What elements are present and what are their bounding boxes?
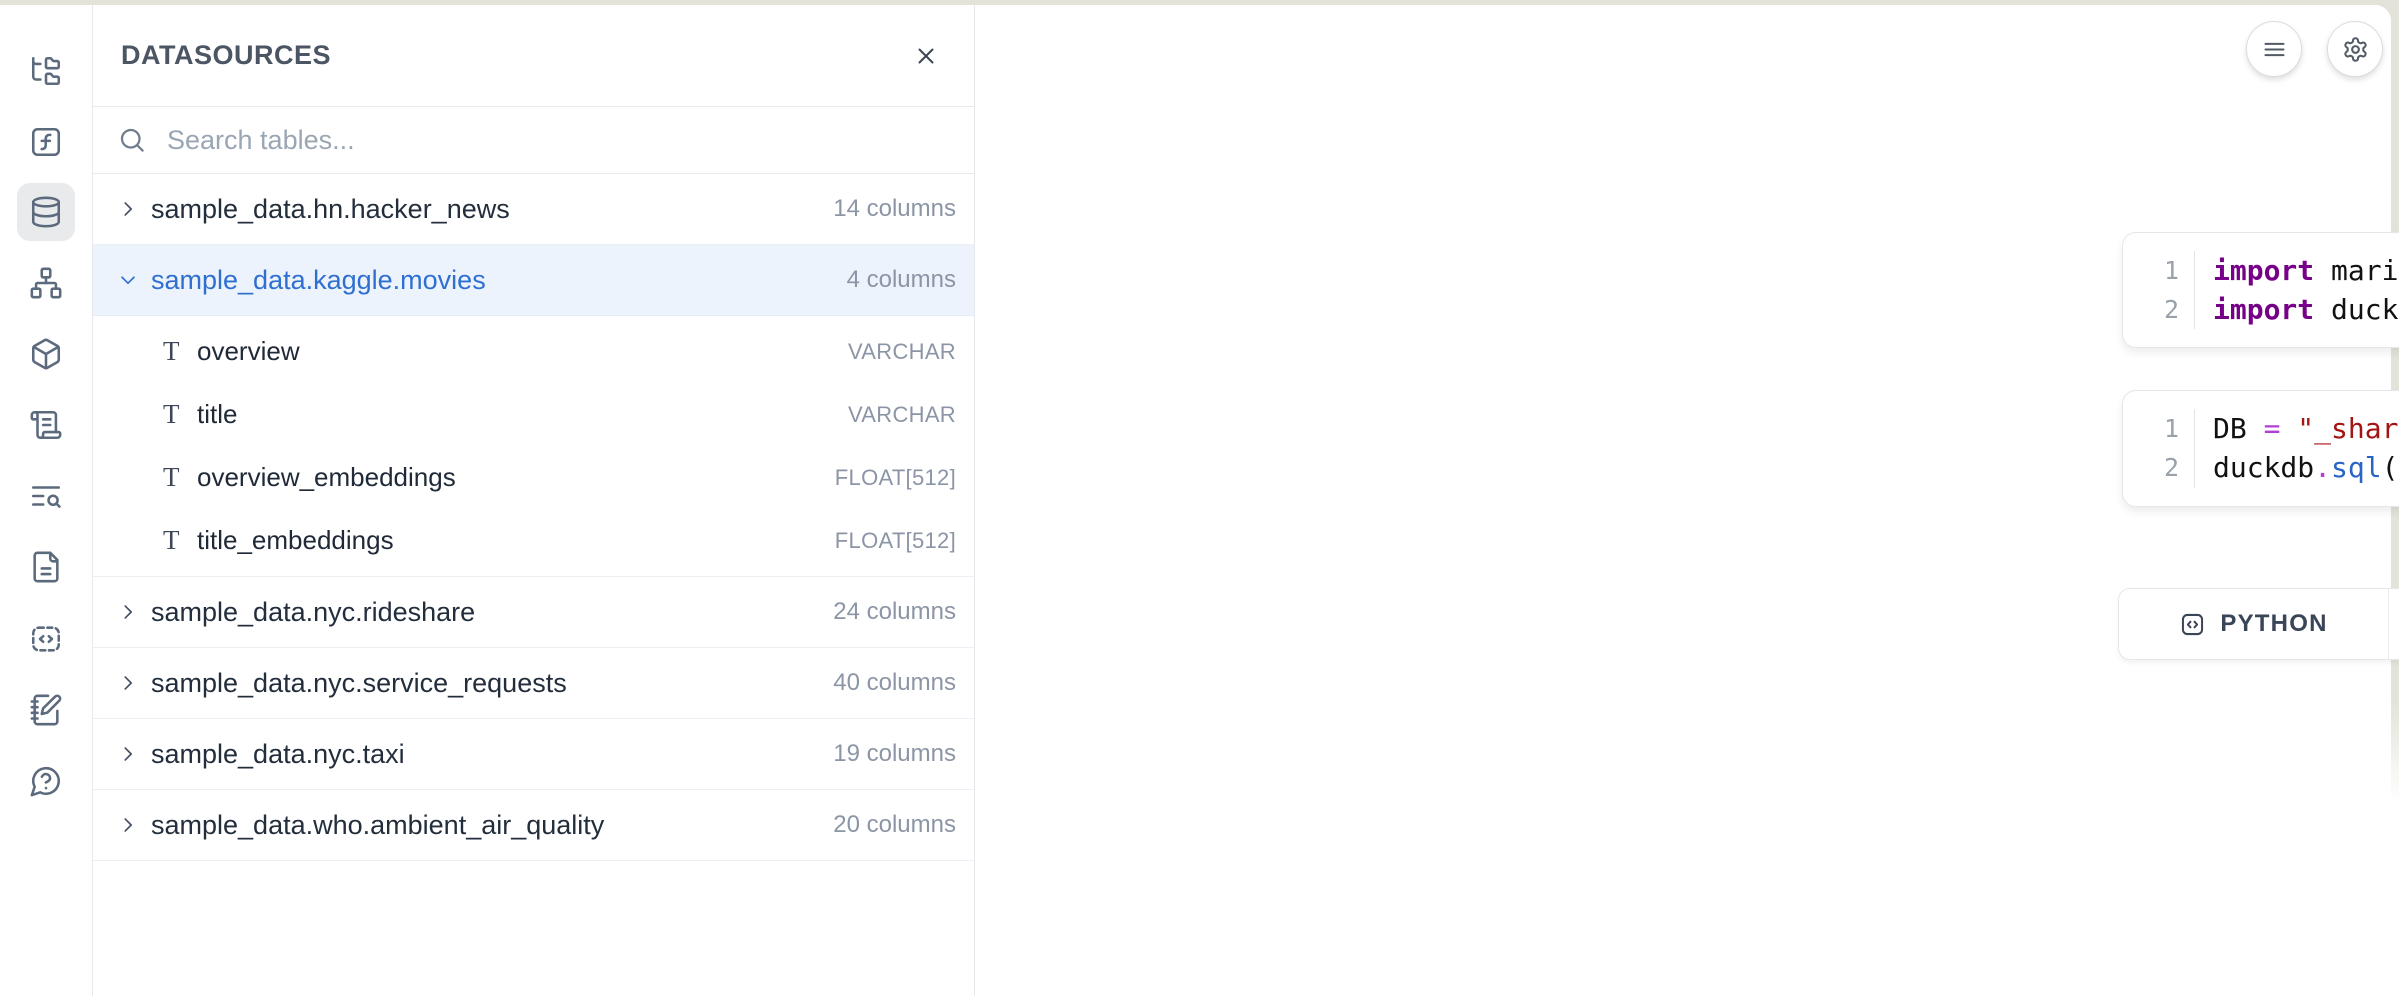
document-icon	[29, 550, 63, 584]
notebook-filename: ./motherduck.py	[2122, 130, 2399, 161]
settings-button[interactable]	[2327, 21, 2383, 77]
package-icon	[29, 337, 63, 371]
rail-button-list-search[interactable]	[17, 467, 75, 525]
rail-button-snippets[interactable]	[17, 610, 75, 668]
table-name: sample_data.nyc.service_requests	[151, 668, 833, 699]
code-line: import marimo as mo	[2213, 251, 2399, 290]
chevron-right-icon	[117, 672, 139, 694]
datasources-header: DATASOURCES	[93, 5, 974, 107]
table-columns-count: 19 columns	[833, 740, 956, 768]
activity-bar	[0, 5, 93, 996]
column-row[interactable]: T title_embeddings FLOAT[512]	[93, 509, 974, 572]
table-row[interactable]: sample_data.who.ambient_air_quality 20 c…	[93, 790, 974, 861]
scroll-icon	[29, 408, 63, 442]
table-columns-count: 4 columns	[847, 266, 956, 294]
add-cell-bar: PYTHON MARKDOWN SQL GENERATE WITH AI	[2118, 588, 2399, 660]
column-type: FLOAT[512]	[835, 528, 956, 554]
table-columns-count: 24 columns	[833, 598, 956, 626]
column-name: overview	[197, 336, 848, 367]
rail-button-scroll[interactable]	[17, 396, 75, 454]
rail-button-sitemap[interactable]	[17, 254, 75, 312]
text-type-icon: T	[163, 399, 197, 430]
sitemap-icon	[29, 266, 63, 300]
column-type: FLOAT[512]	[835, 465, 956, 491]
rail-button-help[interactable]	[17, 752, 75, 810]
column-row[interactable]: T title VARCHAR	[93, 383, 974, 446]
table-row[interactable]: sample_data.hn.hacker_news 14 columns	[93, 174, 974, 245]
help-icon	[29, 764, 63, 798]
add-markdown-button[interactable]: MARKDOWN	[2389, 589, 2399, 659]
notebook-icon	[29, 693, 63, 727]
add-button-label: PYTHON	[2220, 610, 2327, 638]
code-cell-imports[interactable]: 12 import marimo as moimport duckdb	[2122, 232, 2399, 348]
code-line: import duckdb	[2213, 290, 2399, 329]
table-name: sample_data.kaggle.movies	[151, 265, 847, 296]
text-type-icon: T	[163, 462, 197, 493]
line-numbers: 12	[2123, 251, 2195, 329]
panel-title: DATASOURCES	[121, 40, 904, 71]
line-numbers: 12	[2123, 409, 2195, 488]
search-icon	[117, 125, 147, 155]
list-search-icon	[29, 479, 63, 513]
text-type-icon: T	[163, 525, 197, 556]
column-name: title_embeddings	[197, 525, 835, 556]
python-cell-icon	[2179, 611, 2206, 638]
table-list: sample_data.hn.hacker_news 14 columns sa…	[93, 174, 974, 861]
column-type: VARCHAR	[848, 402, 956, 428]
chevron-right-icon	[117, 743, 139, 765]
column-name: title	[197, 399, 848, 430]
add-python-button[interactable]: PYTHON	[2119, 589, 2389, 659]
notebook-area: ./motherduck.py 12 import marimo as moim…	[976, 5, 2391, 996]
table-name: sample_data.nyc.taxi	[151, 739, 833, 770]
close-panel-button[interactable]	[904, 34, 948, 78]
menu-button[interactable]	[2246, 21, 2302, 77]
rail-button-function[interactable]	[17, 113, 75, 171]
table-name: sample_data.nyc.rideshare	[151, 597, 833, 628]
rail-button-package[interactable]	[17, 325, 75, 383]
chevron-right-icon	[117, 814, 139, 836]
table-row[interactable]: sample_data.nyc.taxi 19 columns	[93, 719, 974, 790]
column-name: overview_embeddings	[197, 462, 835, 493]
code-editor[interactable]: import marimo as moimport duckdb	[2195, 251, 2399, 329]
code-editor[interactable]: DB = "_share/sample_data/23b0d623-1361-4…	[2195, 409, 2399, 488]
database-icon	[29, 195, 63, 229]
rail-button-database[interactable]	[17, 183, 75, 241]
code-line: DB = "_share/sample_data/23b0d623-1361-4…	[2213, 409, 2399, 448]
column-group: T overview VARCHAR T title VARCHAR T ove…	[93, 316, 974, 577]
rail-button-notebook[interactable]	[17, 681, 75, 739]
chevron-right-icon	[117, 601, 139, 623]
table-search	[93, 107, 974, 174]
code-line: duckdb.sql(f"ATTACH 'md:{DB}' AS sample_…	[2213, 448, 2399, 487]
table-row[interactable]: sample_data.nyc.service_requests 40 colu…	[93, 648, 974, 719]
snippets-icon	[29, 622, 63, 656]
table-name: sample_data.who.ambient_air_quality	[151, 810, 833, 841]
table-columns-count: 14 columns	[833, 195, 956, 223]
rail-button-file-tree[interactable]	[17, 42, 75, 100]
function-icon	[29, 125, 63, 159]
column-row[interactable]: T overview VARCHAR	[93, 320, 974, 383]
table-columns-count: 40 columns	[833, 669, 956, 697]
rail-button-document[interactable]	[17, 538, 75, 596]
table-columns-count: 20 columns	[833, 811, 956, 839]
table-row[interactable]: sample_data.nyc.rideshare 24 columns	[93, 577, 974, 648]
chevron-down-icon	[117, 269, 139, 291]
window-edge	[2391, 700, 2399, 996]
file-tree-icon	[29, 54, 63, 88]
chevron-right-icon	[117, 198, 139, 220]
datasources-panel: DATASOURCES sample_data.hn.hacker_news 1…	[93, 5, 975, 996]
table-row[interactable]: sample_data.kaggle.movies 4 columns	[93, 245, 974, 316]
table-name: sample_data.hn.hacker_news	[151, 194, 833, 225]
code-cell-attach[interactable]: 12 DB = "_share/sample_data/23b0d623-136…	[2122, 390, 2399, 507]
search-input[interactable]	[165, 124, 950, 157]
column-type: VARCHAR	[848, 339, 956, 365]
text-type-icon: T	[163, 336, 197, 367]
column-row[interactable]: T overview_embeddings FLOAT[512]	[93, 446, 974, 509]
